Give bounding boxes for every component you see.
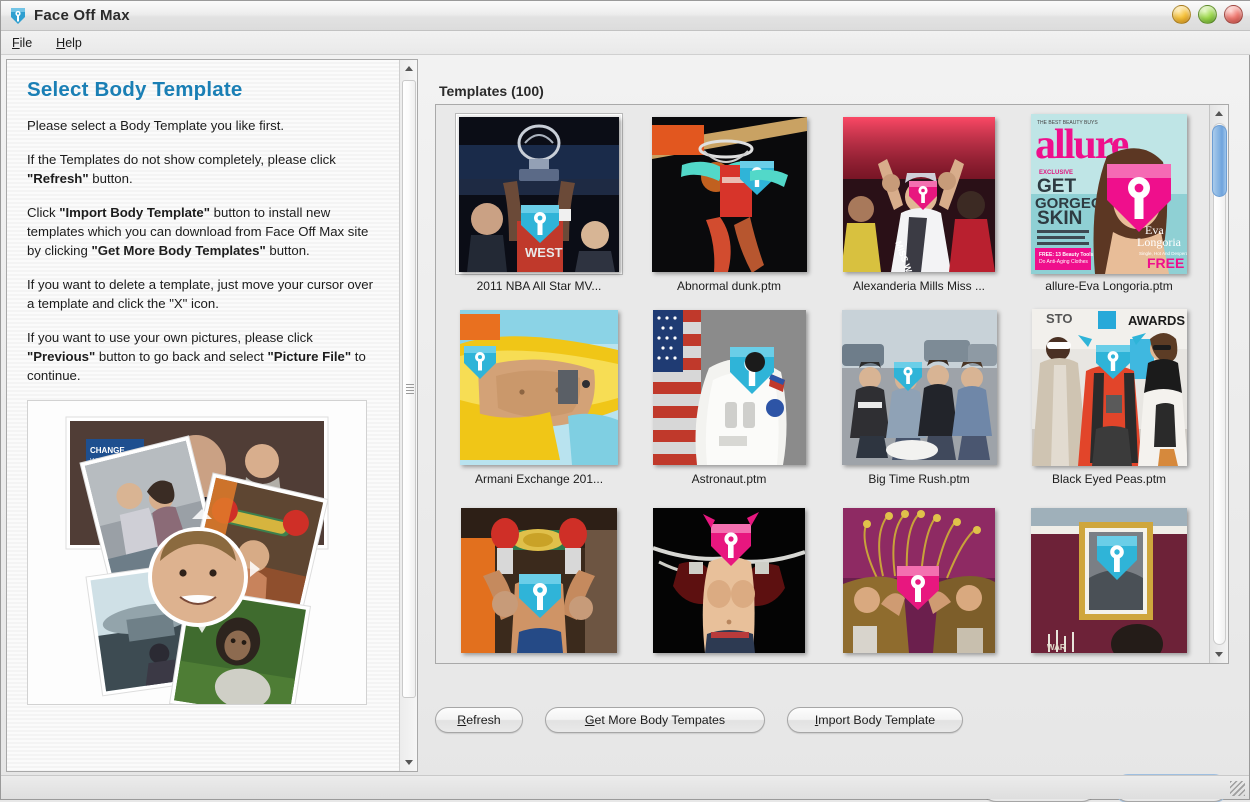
svg-text:WEST: WEST [525, 245, 563, 260]
template-thumb-wrapper[interactable] [835, 306, 1003, 468]
template-thumb-wrapper[interactable]: THE BEST BEAUTY BUYS allure EXCLUSIVE GE… [1025, 113, 1193, 275]
app-icon [8, 6, 28, 26]
left-scrollbar-thumb[interactable] [402, 80, 416, 698]
template-thumbnail[interactable]: THE BEST BEAUTY BUYS allure EXCLUSIVE GE… [1031, 114, 1187, 274]
get-more-body-templates-button[interactable]: Get More Body Tempates [545, 707, 765, 733]
template-label: allure-Eva Longoria.ptm [1045, 279, 1173, 293]
template-thumbnail[interactable] [651, 116, 807, 272]
template-item[interactable]: Armani Exchange 201... [444, 306, 634, 494]
template-label: Black Eyed Peas.ptm [1051, 472, 1167, 486]
instruction-paragraph-3: Click "Import Body Template" button to i… [27, 205, 369, 258]
template-label: Abnormal dunk.ptm [676, 279, 782, 293]
template-thumbnail[interactable] [652, 309, 806, 465]
menu-help[interactable]: Help [54, 34, 92, 52]
refresh-button[interactable]: Refresh [435, 707, 523, 733]
template-label: Astronaut.ptm [691, 472, 767, 486]
scrollbar-grip-icon [406, 384, 414, 394]
template-label: Big Time Rush.ptm [868, 472, 970, 486]
svg-text:AWARDS: AWARDS [1128, 313, 1185, 328]
template-item[interactable]: Abnormal dunk.ptm [634, 113, 824, 301]
resize-grip-icon[interactable] [1230, 781, 1245, 796]
template-label: Alexanderia Mills Miss ... [852, 279, 986, 293]
templates-grid: WEST 2011 NBA All Star MV... Abnormal du… [444, 113, 1210, 663]
svg-text:STO: STO [1046, 311, 1073, 326]
template-thumb-wrapper[interactable]: MISS WORLD [835, 113, 1003, 275]
svg-text:SKIN: SKIN [1037, 208, 1082, 229]
template-actions-toolbar: Refresh Get More Body Tempates Import Bo… [435, 707, 963, 733]
templates-panel: Templates (100) WEST 2011 NBA All Star M… [429, 59, 1233, 802]
template-item[interactable]: Astronaut.ptm [634, 306, 824, 494]
instructions-panel: Select Body Template Please select a Bod… [6, 59, 418, 772]
template-thumb-wrapper[interactable]: WEST [455, 113, 623, 275]
template-label: Armani Exchange 201... [474, 472, 604, 486]
template-item[interactable]: AWARDS STO Black Eyed Peas.ptm [1014, 306, 1204, 494]
template-thumb-wrapper[interactable] [455, 499, 623, 661]
template-thumbnail[interactable] [460, 309, 618, 465]
templates-grid-viewport[interactable]: WEST 2011 NBA All Star MV... Abnormal du… [436, 105, 1210, 663]
title-bar: Face Off Max [1, 1, 1250, 31]
templates-list-box: WEST 2011 NBA All Star MV... Abnormal du… [435, 104, 1229, 664]
template-thumbnail[interactable]: WAR [1031, 507, 1187, 653]
template-label: 2011 NBA All Star MV... [476, 279, 602, 293]
instruction-paragraph-1: Please select a Body Template you like f… [27, 118, 285, 133]
page-title: Select Body Template [27, 78, 243, 101]
left-panel-scrollbar[interactable] [399, 60, 417, 771]
close-button[interactable] [1224, 5, 1243, 24]
template-item[interactable]: WEST 2011 NBA All Star MV... [444, 113, 634, 301]
maximize-button[interactable] [1198, 5, 1217, 24]
template-thumb-wrapper[interactable]: WAR [1025, 499, 1193, 661]
templates-scrollbar-thumb[interactable] [1212, 125, 1227, 197]
template-item[interactable]: Big Time Rush.ptm [824, 306, 1014, 494]
template-thumb-wrapper[interactable] [455, 306, 623, 468]
templates-title: Templates (100) [439, 83, 544, 99]
template-thumbnail[interactable]: WEST [459, 116, 619, 272]
instruction-paragraph-5: If you want to use your own pictures, pl… [27, 330, 366, 383]
template-item[interactable] [444, 499, 634, 663]
templates-scrollbar-track[interactable] [1213, 123, 1226, 645]
template-item[interactable] [824, 499, 1014, 663]
window-title: Face Off Max [34, 7, 130, 24]
template-thumbnail[interactable] [653, 507, 805, 653]
application-window: Face Off Max File Help Select Body Templ… [0, 0, 1250, 802]
svg-text:GET: GET [1037, 176, 1076, 197]
templates-scrollbar[interactable] [1209, 105, 1228, 663]
menu-help-rest: elp [65, 35, 82, 50]
scroll-down-arrow-left[interactable] [400, 754, 417, 771]
svg-text:Do Anti-Aging Clothes: Do Anti-Aging Clothes [1039, 259, 1088, 265]
svg-text:FREE: FREE [1147, 255, 1184, 271]
instruction-paragraph-2: If the Templates do not show completely,… [27, 152, 336, 186]
instructions-content: Select Body Template Please select a Bod… [7, 60, 400, 771]
template-item[interactable] [634, 499, 824, 663]
scroll-up-arrow-left[interactable] [400, 60, 417, 77]
status-bar [1, 775, 1249, 799]
import-body-template-button[interactable]: Import Body Template [787, 707, 963, 733]
template-item[interactable]: MISS WORLD Alexanderia Mills Miss ... [824, 113, 1014, 301]
svg-text:WAR: WAR [1047, 643, 1066, 652]
preview-image: CHANGE WE CAN BELIEVE IN [27, 400, 367, 705]
scroll-up-arrow-right[interactable] [1210, 105, 1228, 122]
scroll-down-arrow-right[interactable] [1210, 646, 1228, 663]
template-thumbnail[interactable]: MISS WORLD [843, 116, 995, 272]
menu-bar: File Help [1, 31, 1250, 55]
minimize-button[interactable] [1172, 5, 1191, 24]
template-thumb-wrapper[interactable]: AWARDS STO [1025, 306, 1193, 468]
menu-file[interactable]: File [10, 34, 42, 52]
template-item[interactable]: WAR [1014, 499, 1204, 663]
svg-text:Longoria: Longoria [1137, 235, 1182, 249]
window-controls [1172, 5, 1243, 24]
template-thumb-wrapper[interactable] [645, 113, 813, 275]
template-thumbnail[interactable]: AWARDS STO [1031, 308, 1187, 466]
template-thumbnail[interactable] [461, 507, 617, 653]
template-thumb-wrapper[interactable] [645, 499, 813, 661]
svg-text:FREE: 13 Beauty Tools: FREE: 13 Beauty Tools [1039, 252, 1094, 258]
instruction-paragraph-4: If you want to delete a template, just m… [27, 277, 373, 311]
menu-file-rest: ile [19, 35, 33, 50]
template-thumbnail[interactable] [843, 507, 995, 653]
template-thumb-wrapper[interactable] [835, 499, 1003, 661]
template-thumbnail[interactable] [841, 309, 997, 465]
template-item[interactable]: THE BEST BEAUTY BUYS allure EXCLUSIVE GE… [1014, 113, 1204, 301]
template-thumb-wrapper[interactable] [645, 306, 813, 468]
